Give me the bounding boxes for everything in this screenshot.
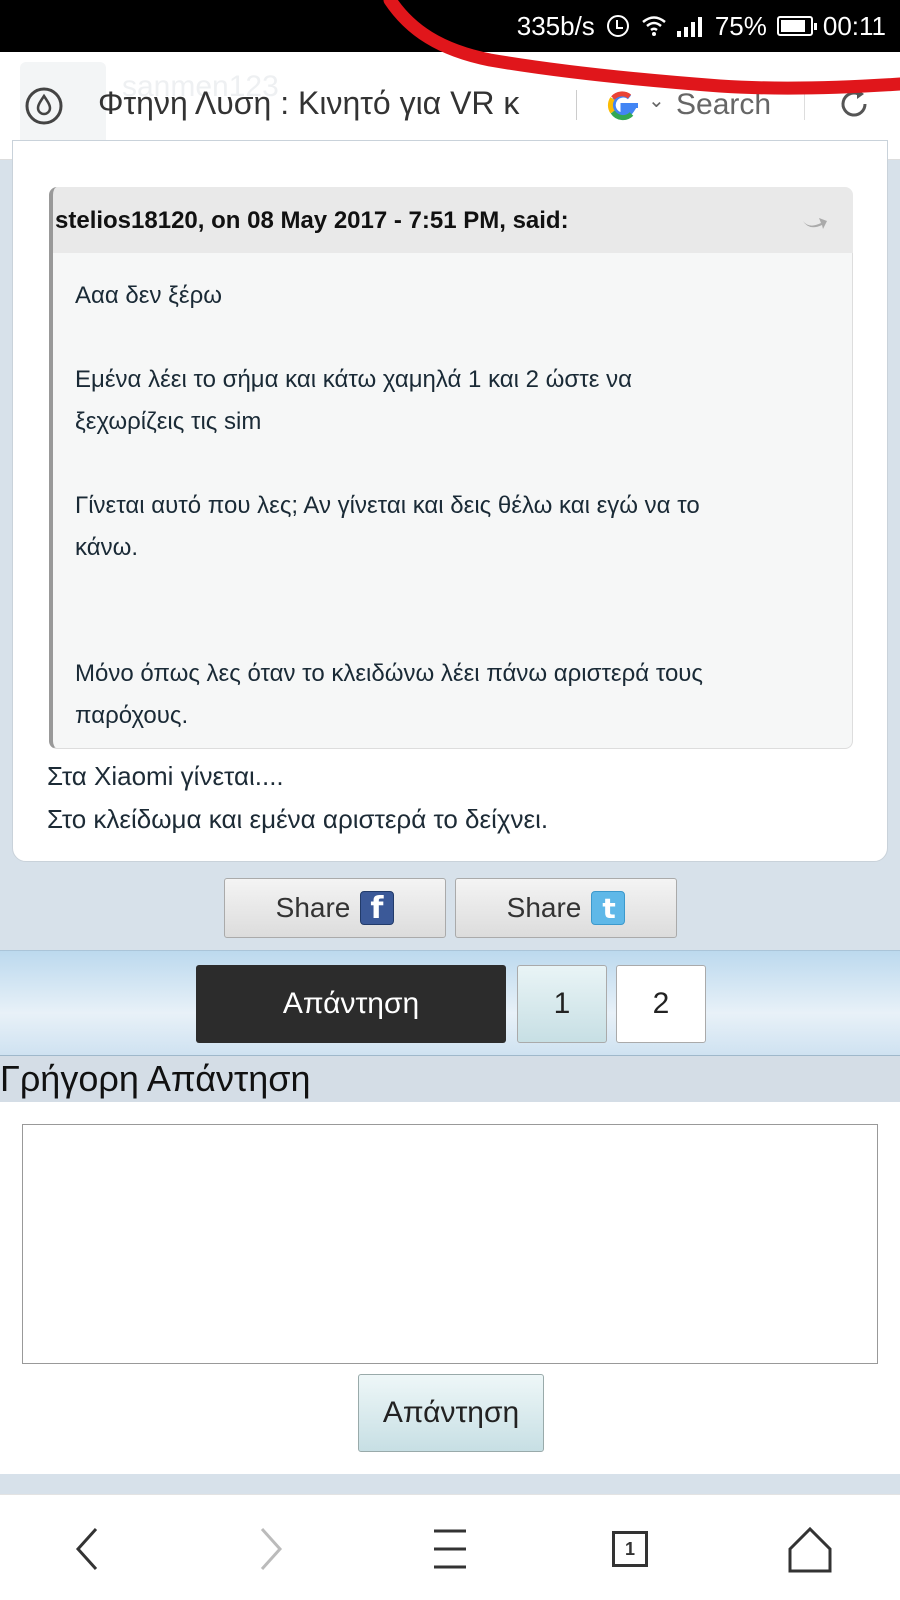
search-label[interactable]: Search xyxy=(676,88,771,122)
quote-line: Εμένα λέει το σήμα και κάτω χαμηλά 1 και… xyxy=(75,366,632,393)
chevron-down-icon[interactable]: ⌄ xyxy=(648,88,665,113)
quick-reply-area: Απάντηση xyxy=(0,1102,900,1474)
tab-count: 1 xyxy=(612,1531,648,1567)
page-2-button[interactable]: 2 xyxy=(616,965,706,1043)
battery-icon xyxy=(776,16,817,36)
drop-icon[interactable] xyxy=(24,86,64,126)
quote-line: Μόνο όπως λες όταν το κλειδώνω λέει πάνω… xyxy=(75,660,703,687)
browser-nav-bar: 1 xyxy=(0,1494,900,1600)
page-1-button[interactable]: 1 xyxy=(517,965,607,1043)
quote-link-icon[interactable] xyxy=(799,207,829,233)
google-icon[interactable] xyxy=(604,86,642,124)
share-facebook-label: Share xyxy=(275,892,351,923)
quick-reply-submit-button[interactable]: Απάντηση xyxy=(358,1374,544,1452)
page-bottom-strip xyxy=(0,1474,900,1494)
signal-icon xyxy=(676,15,705,37)
quote-line: ξεχωρίζεις τις sim xyxy=(75,408,262,435)
facebook-icon xyxy=(360,891,395,926)
reload-icon[interactable] xyxy=(836,86,872,122)
clock: 00:11 xyxy=(822,10,886,41)
alarm-icon xyxy=(605,13,631,39)
quick-reply-textarea[interactable] xyxy=(22,1124,878,1364)
quote-line: κάνω. xyxy=(75,534,138,561)
quote-line: Ααα δεν ξέρω xyxy=(75,282,222,309)
post-text: Στα Xiaomi γίνεται.... Στο κλείδωμα και … xyxy=(47,755,548,841)
quote-line: παρόχους. xyxy=(75,702,189,729)
quote-author: stelios18120, on 08 May 2017 - 7:51 PM, … xyxy=(55,207,569,234)
reply-button[interactable]: Απάντηση xyxy=(196,965,506,1043)
back-icon[interactable] xyxy=(60,1519,120,1579)
battery-percent: 75% xyxy=(714,10,767,41)
post-line: Στα Xiaomi γίνεται.... xyxy=(47,761,284,791)
address-divider xyxy=(576,90,577,120)
home-icon[interactable] xyxy=(780,1519,840,1579)
post-line: Στο κλείδωμα και εμένα αριστερά το δείχν… xyxy=(47,804,549,834)
quick-reply-heading: Γρήγορη Απάντηση xyxy=(0,1058,311,1099)
address-divider-2 xyxy=(804,90,805,120)
network-speed: 335b/s xyxy=(516,10,595,41)
tabs-icon[interactable]: 1 xyxy=(600,1519,660,1579)
quote-header: stelios18120, on 08 May 2017 - 7:51 PM, … xyxy=(49,187,853,253)
share-twitter-label: Share xyxy=(506,892,582,923)
quote-line: Γίνεται αυτό που λες; Αν γίνεται και δει… xyxy=(75,492,700,519)
twitter-icon xyxy=(591,891,626,925)
pagination-bar: Απάντηση 1 2 xyxy=(0,950,900,1056)
menu-icon[interactable] xyxy=(420,1519,480,1579)
status-bar-items: 335b/s 75% 00:11 xyxy=(517,0,886,52)
page-title[interactable]: Φτηνη Λυση : Κινητό για VR κ xyxy=(98,85,568,122)
post-card: stelios18120, on 08 May 2017 - 7:51 PM, … xyxy=(12,140,888,862)
quote-body: Ααα δεν ξέρω Εμένα λέει το σήμα και κάτω… xyxy=(49,253,853,749)
share-facebook-button[interactable]: Share xyxy=(224,878,446,938)
wifi-icon xyxy=(642,16,666,36)
forward-icon[interactable] xyxy=(240,1519,300,1579)
status-bar: 335b/s 75% 00:11 xyxy=(0,0,900,52)
share-twitter-button[interactable]: Share xyxy=(455,878,677,938)
